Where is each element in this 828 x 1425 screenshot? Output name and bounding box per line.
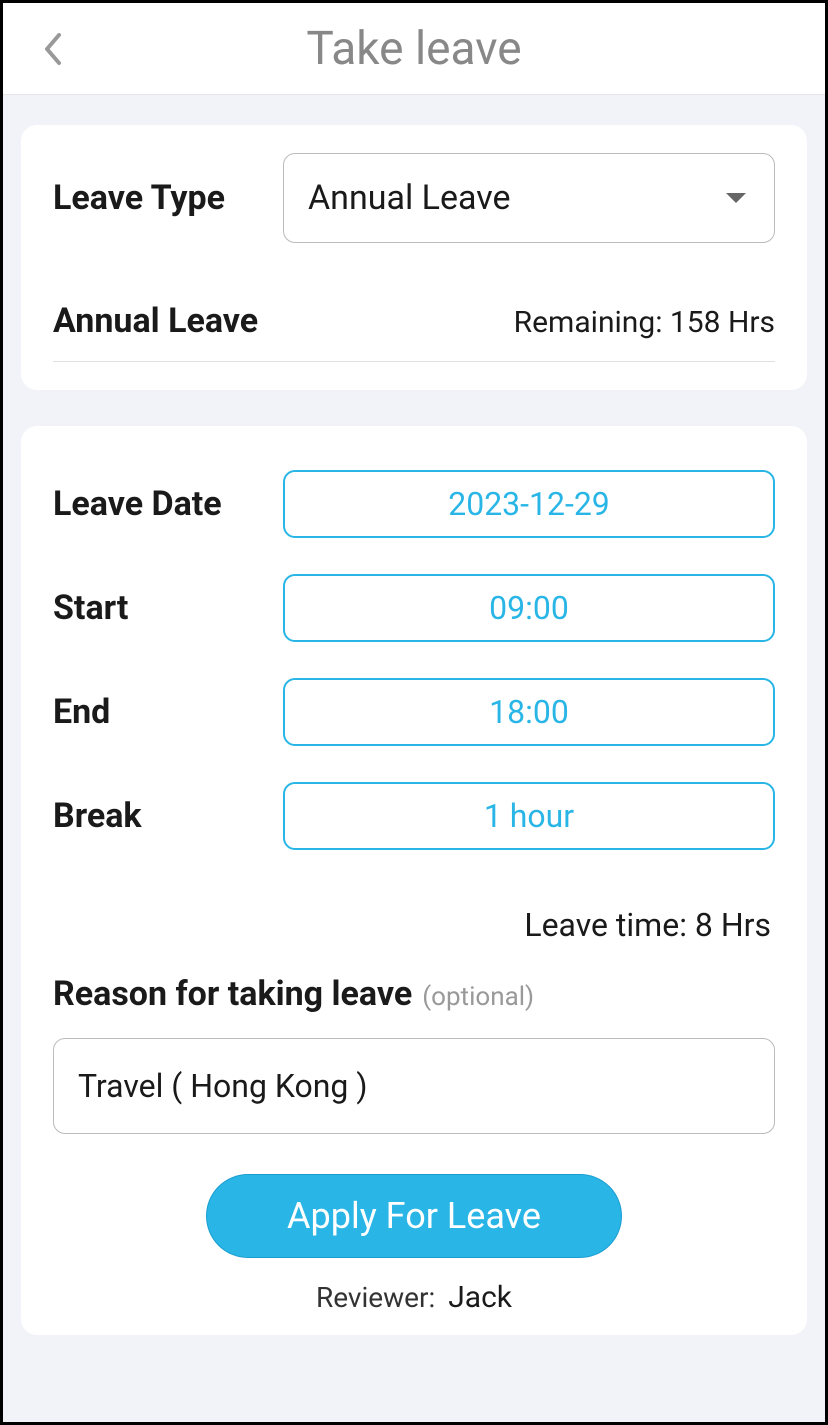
start-time-input[interactable]: 09:00 xyxy=(283,574,775,642)
header: Take leave xyxy=(3,3,825,95)
start-label: Start xyxy=(53,588,283,628)
reviewer-label: Reviewer: xyxy=(316,1281,435,1314)
break-input[interactable]: 1 hour xyxy=(283,782,775,850)
apply-button[interactable]: Apply For Leave xyxy=(206,1174,622,1258)
reason-optional: (optional) xyxy=(422,982,534,1012)
leave-time-summary: Leave time: 8 Hrs xyxy=(53,886,775,974)
chevron-left-icon xyxy=(43,32,63,66)
reason-label: Reason for taking leave xyxy=(53,974,412,1014)
balance-remaining: Remaining: 158 Hrs xyxy=(514,305,775,340)
page-title: Take leave xyxy=(3,22,825,76)
reviewer-name: Jack xyxy=(448,1280,512,1315)
end-time-input[interactable]: 18:00 xyxy=(283,678,775,746)
chevron-down-icon xyxy=(726,193,746,203)
reason-input[interactable] xyxy=(53,1038,775,1134)
back-button[interactable] xyxy=(33,29,73,69)
leave-type-label: Leave Type xyxy=(53,178,283,218)
balance-name: Annual Leave xyxy=(53,301,258,341)
end-label: End xyxy=(53,692,283,732)
leave-date-label: Leave Date xyxy=(53,484,283,524)
leave-date-input[interactable]: 2023-12-29 xyxy=(283,470,775,538)
leave-type-card: Leave Type Annual Leave Annual Leave Rem… xyxy=(21,125,807,390)
break-label: Break xyxy=(53,796,283,836)
balance-row: Annual Leave Remaining: 158 Hrs xyxy=(53,275,775,362)
leave-details-card: Leave Date 2023-12-29 Start 09:00 End 18… xyxy=(21,426,807,1335)
leave-type-value: Annual Leave xyxy=(308,178,511,219)
leave-type-select[interactable]: Annual Leave xyxy=(283,153,775,243)
reviewer-row: Reviewer: Jack xyxy=(53,1280,775,1315)
